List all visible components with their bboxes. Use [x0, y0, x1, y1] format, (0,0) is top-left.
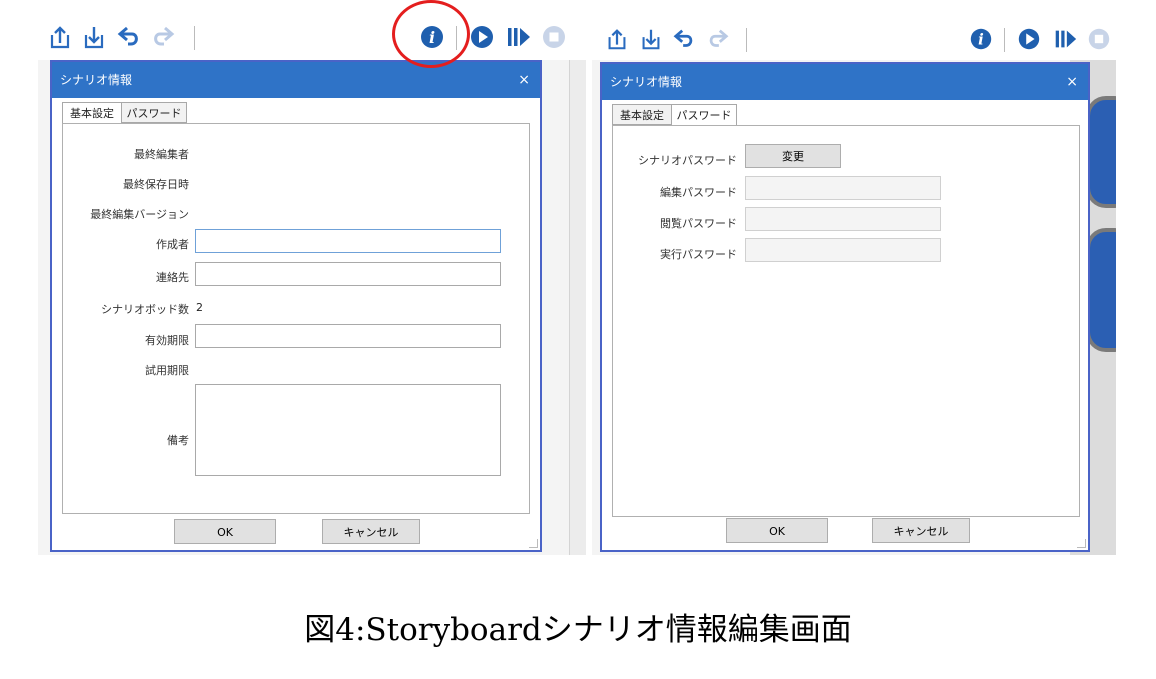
close-button[interactable]: ×	[518, 62, 530, 98]
scenario-password-label: シナリオパスワード	[638, 154, 737, 167]
step-run-icon[interactable]	[504, 23, 532, 51]
upload-icon[interactable]	[604, 26, 630, 52]
bot-count-label: シナリオボッド数	[101, 303, 189, 316]
right-screenshot: i シナリオ情報 × 基本設定 パスワード シナリオパスワード 変更 編集パスワ…	[592, 0, 1116, 555]
tab-password[interactable]: パスワード	[121, 102, 187, 123]
close-button[interactable]: ×	[1066, 64, 1078, 100]
undo-icon[interactable]	[672, 26, 698, 52]
tab-password[interactable]: パスワード	[671, 104, 737, 126]
dialog-titlebar: シナリオ情報 ×	[602, 64, 1088, 100]
notes-label: 備考	[167, 434, 189, 447]
bot-shape	[1086, 96, 1116, 208]
change-password-button[interactable]: 変更	[745, 144, 841, 168]
svg-text:i: i	[978, 31, 984, 49]
expiry-label: 有効期限	[145, 334, 189, 347]
dialog-title: シナリオ情報	[60, 73, 133, 87]
author-input[interactable]	[195, 229, 501, 253]
contact-input[interactable]	[195, 262, 501, 286]
trial-expiry-label: 試用期限	[145, 364, 189, 377]
tab-content: シナリオパスワード 変更 編集パスワード 閲覧パスワード 実行パスワード	[612, 125, 1080, 517]
bot-count-value: 2	[196, 301, 203, 314]
tab-basic[interactable]: 基本設定	[62, 102, 122, 124]
upload-icon[interactable]	[46, 23, 74, 51]
toolbar-separator	[746, 28, 747, 52]
scenario-info-dialog: シナリオ情報 × 基本設定 パスワード 最終編集者 最終保存日時 最終編集バージ…	[50, 60, 542, 552]
redo-icon[interactable]	[704, 26, 730, 52]
last-version-label: 最終編集バージョン	[90, 208, 189, 221]
author-label: 作成者	[156, 238, 189, 251]
view-password-label: 閲覧パスワード	[660, 217, 737, 230]
highlight-circle	[392, 0, 470, 68]
download-icon[interactable]	[80, 23, 108, 51]
tab-basic[interactable]: 基本設定	[612, 104, 672, 125]
cancel-button[interactable]: キャンセル	[872, 518, 970, 543]
redo-icon[interactable]	[148, 23, 176, 51]
stop-icon[interactable]	[540, 23, 568, 51]
dialog-titlebar: シナリオ情報 ×	[52, 62, 540, 98]
scrollbar[interactable]	[569, 60, 586, 555]
run-icon[interactable]	[1016, 26, 1042, 52]
undo-icon[interactable]	[116, 23, 144, 51]
resize-grip[interactable]	[529, 539, 538, 548]
tab-content: 最終編集者 最終保存日時 最終編集バージョン 作成者 連絡先 シナリオボッド数 …	[62, 123, 530, 514]
bot-shape	[1086, 228, 1116, 352]
toolbar: i	[38, 0, 586, 60]
ok-button[interactable]: OK	[726, 518, 828, 543]
info-icon[interactable]: i	[968, 26, 994, 52]
step-run-icon[interactable]	[1052, 26, 1078, 52]
run-icon[interactable]	[468, 23, 496, 51]
ok-button[interactable]: OK	[174, 519, 276, 544]
last-saved-label: 最終保存日時	[123, 178, 189, 191]
run-password-label: 実行パスワード	[660, 248, 737, 261]
stop-icon[interactable]	[1086, 26, 1112, 52]
contact-label: 連絡先	[156, 271, 189, 284]
dialog-title: シナリオ情報	[610, 75, 683, 89]
toolbar-separator	[194, 26, 195, 50]
figure-caption: 図4:Storyboardシナリオ情報編集画面	[304, 612, 852, 648]
last-editor-label: 最終編集者	[134, 148, 189, 161]
download-icon[interactable]	[638, 26, 664, 52]
expiry-input[interactable]	[195, 324, 501, 348]
edit-password-label: 編集パスワード	[660, 186, 737, 199]
run-password-input[interactable]	[745, 238, 941, 262]
toolbar-separator	[1004, 28, 1005, 52]
edit-password-input[interactable]	[745, 176, 941, 200]
left-screenshot: i シナリオ情報 × 基本設定 パスワード 最終編集者 最終保存日時 最終編集バ…	[38, 0, 586, 555]
resize-grip[interactable]	[1077, 539, 1086, 548]
toolbar: i	[592, 0, 1116, 60]
scenario-info-dialog: シナリオ情報 × 基本設定 パスワード シナリオパスワード 変更 編集パスワード…	[600, 62, 1090, 552]
cancel-button[interactable]: キャンセル	[322, 519, 420, 544]
notes-textarea[interactable]	[195, 384, 501, 476]
view-password-input[interactable]	[745, 207, 941, 231]
